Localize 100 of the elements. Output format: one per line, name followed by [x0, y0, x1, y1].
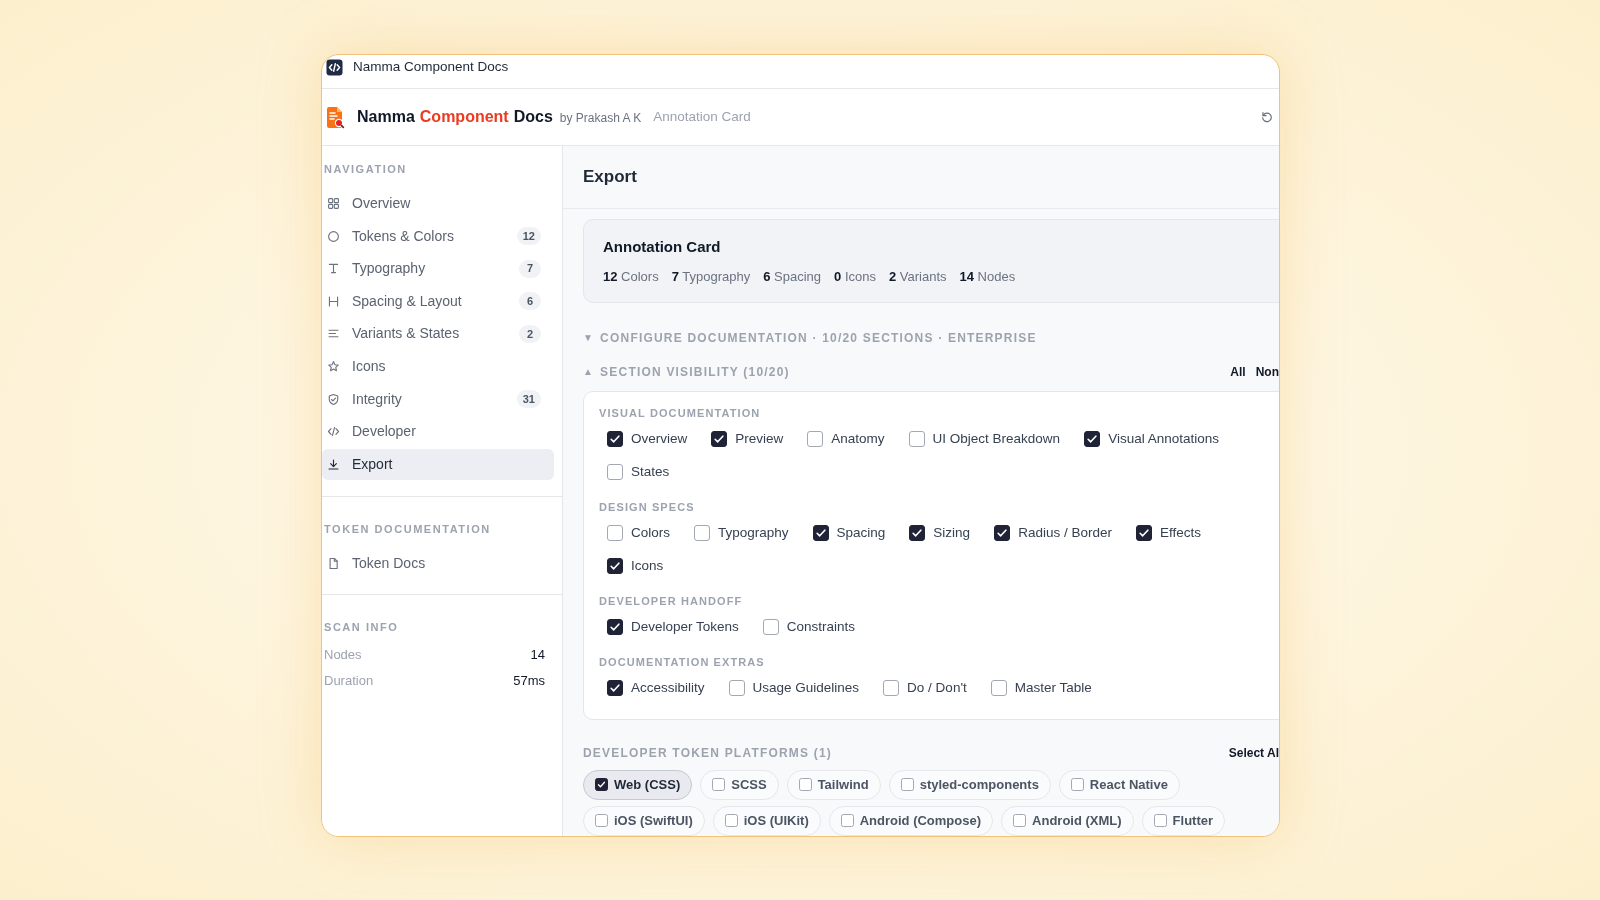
platform-chip[interactable]: Flutter [1141, 805, 1226, 836]
checkbox[interactable] [1013, 814, 1027, 827]
checkbox[interactable] [1135, 525, 1152, 541]
check-icon [608, 681, 622, 695]
checkbox[interactable] [762, 619, 779, 635]
checkbox[interactable] [1070, 778, 1084, 791]
checkbox[interactable] [798, 778, 812, 791]
group-title: DESIGN SPECS [599, 500, 696, 514]
checkbox[interactable] [607, 525, 623, 541]
check-icon [995, 526, 1010, 540]
checkbox-label[interactable]: Master Table [1014, 677, 1092, 699]
checkbox-label[interactable]: Constraints [786, 616, 856, 638]
checkbox[interactable] [994, 525, 1011, 541]
platform-chip[interactable]: Android (Compose) [828, 805, 994, 836]
checkbox[interactable] [728, 680, 745, 696]
platform-chip[interactable]: styled-components [888, 769, 1051, 800]
download-icon [327, 457, 340, 471]
check-icon [596, 779, 607, 790]
stat-text: 7 Typography [671, 268, 751, 286]
breadcrumb: Annotation Card [653, 108, 751, 127]
checkbox[interactable] [883, 680, 900, 696]
checkbox-label[interactable]: Icons [631, 555, 664, 577]
count-badge: 7 [519, 259, 541, 278]
count-badge: 12 [516, 227, 541, 246]
checkbox[interactable] [694, 525, 710, 541]
nav-item[interactable]: Spacing & Layout 6 [322, 285, 554, 317]
nav-item[interactable]: Integrity 31 [322, 383, 554, 415]
info-value: 14 [530, 646, 545, 664]
nav-item[interactable]: Export [322, 448, 554, 480]
checkbox[interactable] [909, 525, 926, 541]
platform-chip[interactable]: Android (XML) [1001, 805, 1134, 836]
platform-chip[interactable]: Tailwind [786, 769, 881, 800]
checkbox-label[interactable]: Effects [1159, 522, 1201, 544]
checkbox[interactable] [1084, 431, 1101, 447]
checkbox[interactable] [712, 778, 726, 791]
checkbox-label[interactable]: Typography [718, 522, 789, 544]
platform-chip[interactable]: iOS (UIKit) [712, 805, 821, 836]
checkbox-label[interactable]: Preview [735, 428, 784, 450]
refresh-icon[interactable] [1261, 111, 1273, 123]
grid-icon [327, 197, 340, 210]
text-button[interactable]: Select Al [1228, 745, 1279, 760]
count-badge: 2 [519, 324, 541, 343]
checkbox-label[interactable]: Accessibility [631, 677, 705, 699]
platform-chip[interactable]: SCSS [700, 769, 779, 800]
section-title: SCAN INFO [323, 619, 400, 634]
checkbox-label[interactable]: Developer Tokens [631, 616, 739, 638]
stat-text: 2 Variants [888, 268, 947, 286]
checkbox[interactable] [607, 619, 623, 635]
nav-item[interactable]: Variants & States 2 [322, 318, 554, 350]
check-icon [910, 526, 925, 540]
text-button[interactable]: Non [1255, 365, 1279, 379]
platform-chip[interactable]: React Native [1058, 769, 1180, 800]
checkbox[interactable] [807, 431, 824, 447]
checkbox[interactable] [908, 431, 925, 447]
checkbox[interactable] [607, 464, 623, 480]
checkbox-label[interactable]: Usage Guidelines [752, 677, 860, 699]
checkbox[interactable] [900, 778, 914, 791]
checkbox-label[interactable]: Spacing [836, 522, 886, 544]
checkbox[interactable] [812, 525, 829, 541]
check-icon [813, 526, 828, 540]
checkbox-label[interactable]: States [631, 461, 670, 483]
platform-chip[interactable]: iOS (SwiftUI) [583, 805, 705, 836]
app-title: Namma Component Docs [357, 107, 553, 127]
byline: by Prakash A K [559, 110, 642, 127]
check-icon [712, 432, 727, 446]
checkbox[interactable] [595, 814, 608, 827]
checkbox[interactable] [840, 814, 854, 827]
stat-text: 14 Nodes [959, 268, 1016, 286]
check-icon [608, 559, 622, 573]
checkbox[interactable] [711, 431, 728, 447]
checkbox-label[interactable]: Sizing [933, 522, 971, 544]
nav-item[interactable]: Icons [322, 350, 554, 382]
group-title: DOCUMENTATION EXTRAS [599, 655, 766, 669]
document-icon [327, 556, 340, 570]
code-icon [327, 425, 340, 439]
checkbox-label[interactable]: Visual Annotations [1108, 428, 1219, 450]
checkbox-label[interactable]: UI Object Breakdown [932, 428, 1061, 450]
checkbox[interactable] [990, 680, 1007, 696]
nav-item[interactable]: Typography 7 [322, 253, 554, 285]
check-icon [1085, 432, 1100, 446]
checkbox-label[interactable]: Do / Don't [907, 677, 967, 699]
caret-icon: ▼ [583, 331, 595, 345]
checkbox[interactable] [607, 680, 623, 696]
checkbox[interactable] [607, 431, 623, 447]
platform-chip[interactable]: Web (CSS) [583, 769, 693, 800]
checkbox-label[interactable]: Anatomy [831, 428, 885, 450]
checkbox-label[interactable]: Radius / Border [1018, 522, 1112, 544]
text-button[interactable]: All [1230, 365, 1246, 379]
checkbox-label[interactable]: Colors [631, 522, 670, 544]
checkbox-label[interactable]: Overview [631, 428, 688, 450]
nav-item[interactable]: Developer [322, 416, 554, 448]
nav-item[interactable]: Token Docs [322, 547, 554, 579]
checkbox[interactable] [607, 558, 623, 574]
stat-text: 0 Icons [834, 268, 876, 286]
nav-item[interactable]: Tokens & Colors 12 [322, 220, 554, 252]
checkbox[interactable] [724, 814, 738, 827]
checkbox[interactable] [1153, 814, 1167, 827]
checkbox[interactable] [595, 778, 608, 791]
section-title: NAVIGATION [323, 162, 408, 176]
nav-item[interactable]: Overview [322, 188, 554, 219]
